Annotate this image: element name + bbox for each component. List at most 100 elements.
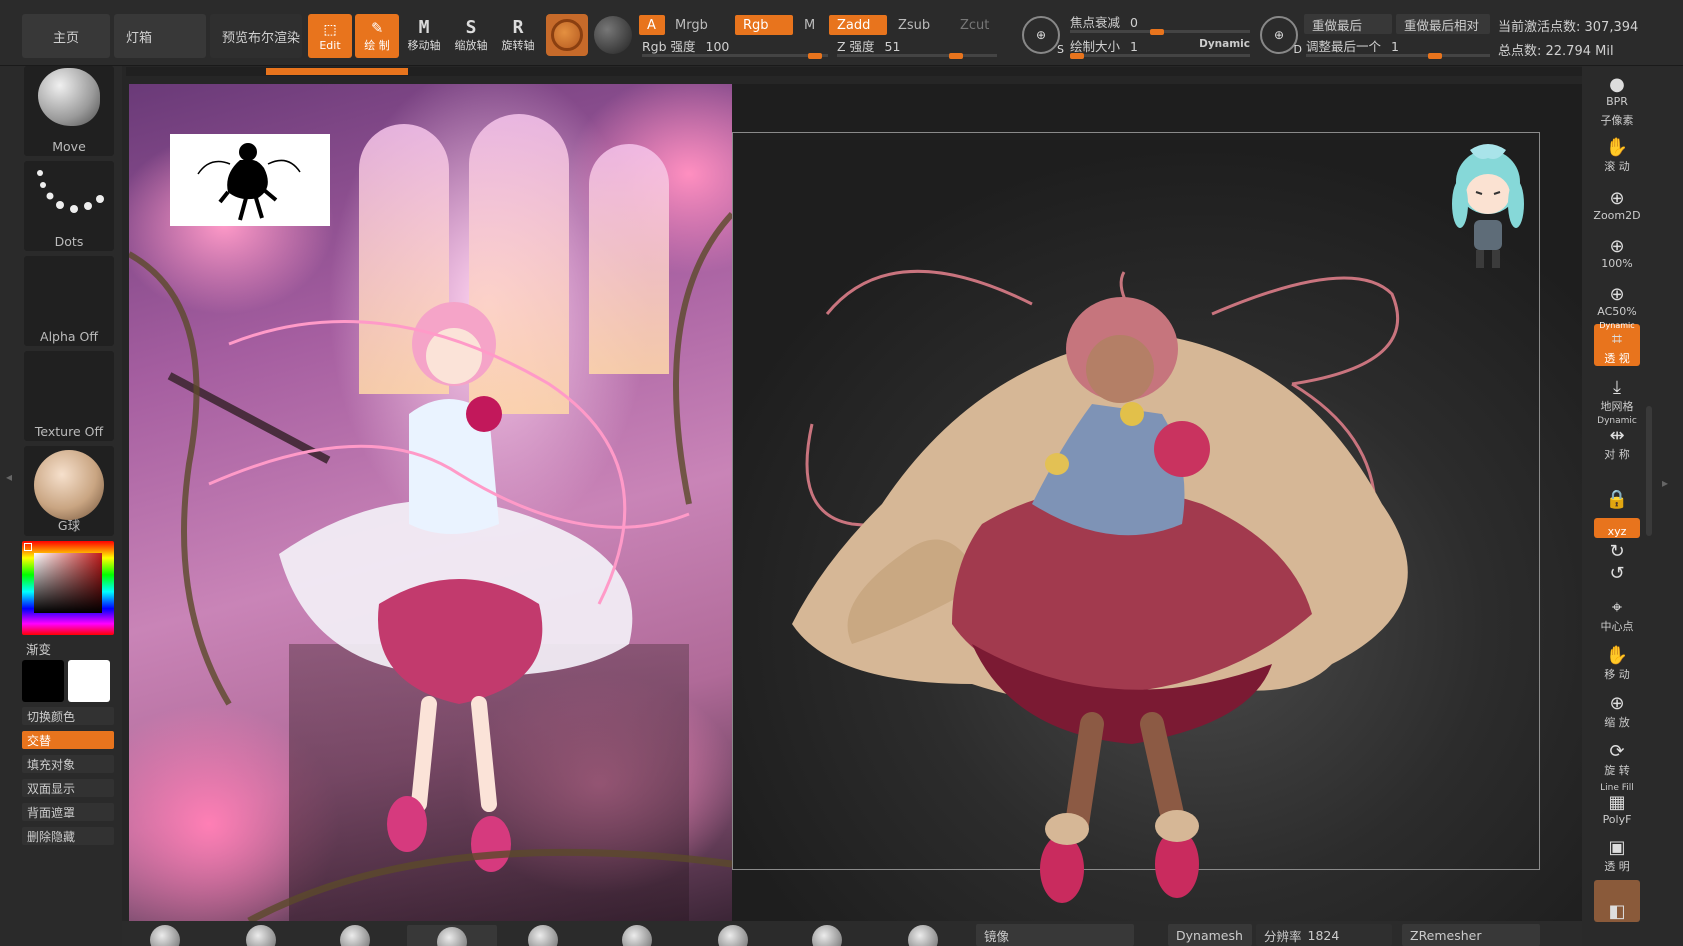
rgb-intensity-knob[interactable] [808, 53, 822, 59]
edit-button[interactable]: ⬚ Edit [308, 14, 352, 58]
right-collapse-arrow-icon[interactable]: ▸ [1662, 476, 1668, 490]
draw-size-knob[interactable] [1070, 53, 1084, 59]
color-picker[interactable] [22, 541, 114, 635]
brush-preset-4-slot[interactable] [407, 925, 497, 946]
lazy-mouse-icon[interactable]: D ⊕ [1260, 16, 1302, 56]
ac50-button[interactable]: ⊕ AC50% [1594, 276, 1640, 319]
transparent-label: 透 明 [1604, 860, 1630, 873]
texture-slot[interactable]: Texture Off [24, 351, 114, 441]
adjust-last-slider[interactable]: 调整最后一个 1 [1306, 36, 1490, 59]
alpha-slot[interactable]: Alpha Off [24, 256, 114, 346]
draw-size-track [1070, 54, 1250, 57]
redo-last-button[interactable]: 重做最后 [1304, 14, 1392, 34]
zoom2d-button[interactable]: ⊕ Zoom2D [1593, 180, 1640, 223]
delete-hidden-button[interactable]: 删除隐藏 [22, 827, 114, 845]
active-points-text: 当前激活点数: 307,394 [1498, 20, 1639, 35]
mirror-label: 镜像 [984, 928, 1010, 944]
focal-shift-knob[interactable] [1150, 29, 1164, 35]
left-collapse-arrow-icon[interactable]: ◂ [6, 470, 14, 500]
z-intensity-track [837, 54, 997, 57]
double-sided-button[interactable]: 双面显示 [22, 779, 114, 797]
material-slot[interactable]: G球 [24, 446, 114, 536]
switch-color-button[interactable]: 切换颜色 [22, 707, 114, 725]
brush-preset-5-icon[interactable] [528, 925, 558, 946]
dynamesh-button[interactable]: Dynamesh [1168, 924, 1252, 946]
material-icon [551, 19, 583, 51]
brush-preset-7-icon[interactable] [718, 925, 748, 946]
ghost-button[interactable]: ◧ [1594, 880, 1640, 922]
right-scrollbar[interactable] [1646, 406, 1652, 536]
secondary-color-swatch[interactable] [68, 660, 110, 702]
brush-slot[interactable]: Move [24, 66, 114, 156]
draw-size-slider[interactable]: 绘制大小 1 Dynamic [1070, 36, 1250, 59]
center-point-button[interactable]: ⌖ 中心点 [1594, 592, 1640, 634]
color-picker-handle[interactable] [24, 543, 32, 551]
mode-zadd-button[interactable]: Zadd [829, 15, 887, 35]
alternate-button[interactable]: 交替 [22, 731, 114, 749]
total-points-text: 总点数: 22.794 Mil [1498, 44, 1614, 59]
mirror-button[interactable]: 镜像 [976, 924, 1134, 946]
subpixel-button[interactable]: 子像素 [1594, 108, 1640, 128]
symmetry-label: 对 称 [1604, 448, 1630, 461]
dynamic-label[interactable]: Dynamic [1199, 38, 1250, 50]
mode-rgb-button[interactable]: Rgb [735, 15, 793, 35]
z-intensity-knob[interactable] [949, 53, 963, 59]
draw-label: 绘 制 [364, 39, 390, 52]
polyf-button[interactable]: Line Fill ▦ PolyF [1594, 783, 1640, 826]
bpr-button[interactable]: ● BPR [1594, 66, 1640, 109]
move-button[interactable]: ✋ 移 动 [1594, 640, 1640, 682]
rotate-gizmo-button[interactable]: R 旋转轴 [496, 14, 540, 58]
brush-preset-1-icon[interactable] [150, 925, 180, 946]
zremesher-button[interactable]: ZRemesher [1402, 924, 1540, 946]
stroke-slot[interactable]: Dots [24, 161, 114, 251]
texture-sphere-icon[interactable] [594, 16, 632, 54]
symmetry-button[interactable]: Dynamic ⇹ 对 称 [1594, 416, 1640, 462]
scale-button[interactable]: ⊕ 缩 放 [1594, 688, 1640, 730]
perspective-button[interactable]: Dynamic ⌗ 透 视 [1594, 321, 1640, 366]
lightbox-button[interactable]: 灯箱 [114, 14, 206, 58]
mode-a-button[interactable]: A [639, 15, 665, 35]
zoom2d-icon: ⊕ [1609, 188, 1625, 209]
fill-object-button[interactable]: 填充对象 [22, 755, 114, 773]
lock-button[interactable]: 🔒 [1594, 468, 1640, 510]
brush-preset-3-icon[interactable] [340, 925, 370, 946]
draw-button[interactable]: ✎ 绘 制 [355, 14, 399, 58]
resolution-slider[interactable]: 分辨率 1824 [1256, 924, 1392, 946]
lock-icon: 🔒 [1605, 489, 1629, 510]
xyz-button[interactable]: xyz [1594, 518, 1640, 538]
mode-zcut-button[interactable]: Zcut [952, 15, 997, 35]
mode-mrgb-button[interactable]: Mrgb [667, 15, 716, 35]
brush-preset-6-icon[interactable] [622, 925, 652, 946]
brush-preset-8-icon[interactable] [812, 925, 842, 946]
mode-m-button[interactable]: M [796, 15, 823, 35]
focal-shift-icon[interactable]: S ⊕ [1022, 16, 1064, 56]
rotate-button[interactable]: ⟳ 旋 转 [1594, 736, 1640, 778]
zoom100-button[interactable]: ⊕ 100% [1594, 228, 1640, 271]
3d-viewport[interactable] [732, 84, 1582, 921]
material-button[interactable] [546, 14, 588, 56]
z-intensity-slider[interactable]: Z 强度 51 [837, 36, 997, 59]
brush-preset-9-icon[interactable] [908, 925, 938, 946]
backface-mask-button[interactable]: 背面遮罩 [22, 803, 114, 821]
color-picker-field[interactable] [34, 553, 102, 613]
polyf-label: PolyF [1602, 813, 1632, 826]
brush-preset-2-icon[interactable] [246, 925, 276, 946]
scroll-label: 滚 动 [1604, 160, 1630, 173]
main-color-swatch[interactable] [22, 660, 64, 702]
scale-gizmo-button[interactable]: S 缩放轴 [449, 14, 493, 58]
redo-last-relative-button[interactable]: 重做最后相对 [1396, 14, 1490, 34]
bpr-preview-button[interactable]: 预览布尔渲染 [210, 14, 302, 58]
scroll-button[interactable]: ✋ 滚 动 [1594, 132, 1640, 174]
mode-zsub-button[interactable]: Zsub [890, 15, 938, 35]
fill-object-label: 填充对象 [27, 757, 76, 772]
floor-button[interactable]: ⤓ 地网格 [1594, 372, 1640, 414]
rotate-z-button[interactable]: ↺ [1594, 562, 1640, 584]
transparent-button[interactable]: ▣ 透 明 [1594, 832, 1640, 874]
focal-shift-slider[interactable]: 焦点衰减 0 [1070, 12, 1250, 35]
adjust-last-knob[interactable] [1428, 53, 1442, 59]
rotate-y-button[interactable]: ↻ [1594, 540, 1640, 562]
home-button[interactable]: 主页 [22, 14, 110, 58]
rgb-intensity-slider[interactable]: Rgb 强度 100 [642, 36, 828, 59]
bpr-label: BPR [1606, 95, 1628, 108]
move-gizmo-button[interactable]: M 移动轴 [402, 14, 446, 58]
